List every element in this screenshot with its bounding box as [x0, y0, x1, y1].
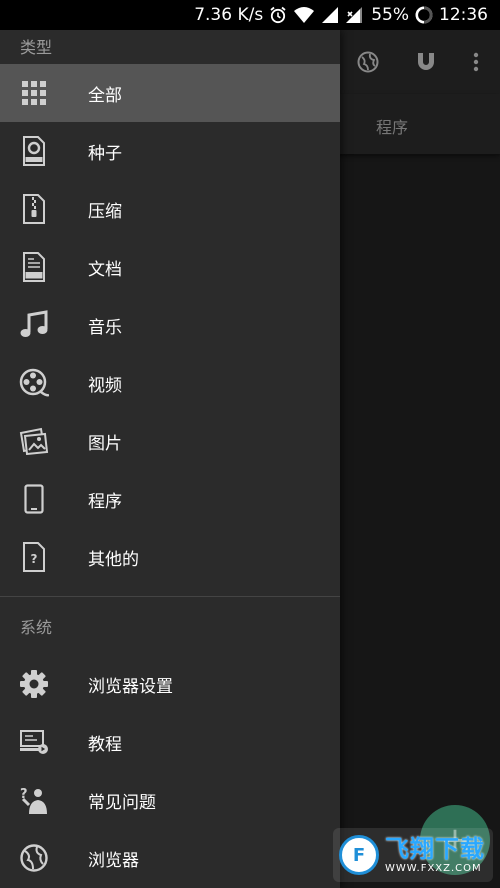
nav-item-videos[interactable]: 视频 [0, 354, 340, 412]
nav-item-archives[interactable]: 压缩 [0, 180, 340, 238]
nav-label: 浏览器设置 [88, 676, 173, 697]
section-header-system: 系统 [20, 618, 53, 637]
nav-label: 种子 [88, 143, 122, 164]
gear-icon [19, 669, 49, 699]
nav-item-tutorial[interactable]: 教程 [0, 713, 340, 771]
faq-icon: ? [19, 785, 49, 815]
clock-time: 12:36 [439, 5, 488, 25]
network-speed: 7.36 K/s [194, 5, 264, 25]
nav-label: 音乐 [88, 317, 122, 338]
nav-item-programs[interactable]: 程序 [0, 470, 340, 528]
navigation-drawer: 类型 全部 种子 压缩 文档 音乐 视频 图片 程序 ? 其他的 系统 浏览器设… [0, 30, 340, 888]
unknown-file-icon: ? [19, 542, 49, 572]
tutorial-icon [19, 727, 49, 757]
nav-label: 压缩 [88, 201, 122, 222]
alarm-icon [269, 6, 287, 24]
overflow-menu-icon[interactable] [462, 48, 490, 76]
nav-label: 全部 [88, 85, 122, 106]
battery-icon [415, 6, 433, 24]
nav-item-other[interactable]: ? 其他的 [0, 528, 340, 586]
wifi-icon [293, 6, 315, 24]
signal-no-data-icon [345, 6, 365, 24]
nav-item-documents[interactable]: 文档 [0, 238, 340, 296]
zip-file-icon [19, 194, 49, 224]
phone-app-icon [19, 484, 49, 514]
nav-label: 教程 [88, 734, 122, 755]
music-note-icon [19, 310, 49, 340]
nav-label: 浏览器 [88, 850, 139, 871]
watermark-url: WWW.FXXZ.COM [385, 862, 482, 874]
watermark-title: 飞翔下载 [385, 834, 485, 863]
nav-label: 程序 [88, 491, 122, 512]
nav-item-all[interactable]: 全部 [0, 64, 340, 122]
nav-item-torrents[interactable]: 种子 [0, 122, 340, 180]
signal-icon [321, 6, 339, 24]
svg-text:?: ? [31, 552, 38, 566]
status-bar: 7.36 K/s 55% 12:36 [0, 0, 500, 30]
screen: 7.36 K/s 55% 12:36 程序 + 类型 全部 种子 压缩 文档 音… [0, 0, 500, 888]
torrent-file-icon [19, 136, 49, 166]
globe-icon [19, 843, 49, 873]
nav-label: 文档 [88, 259, 122, 280]
nav-label: 图片 [88, 433, 122, 454]
battery-percent: 55% [371, 5, 409, 25]
nav-label: 常见问题 [88, 792, 156, 813]
nav-label: 视频 [88, 375, 122, 396]
section-header-types: 类型 [20, 38, 53, 57]
nav-item-faq[interactable]: ? 常见问题 [0, 771, 340, 829]
nav-item-music[interactable]: 音乐 [0, 296, 340, 354]
nav-item-pictures[interactable]: 图片 [0, 412, 340, 470]
grid-icon [19, 78, 49, 108]
nav-item-browser[interactable]: 浏览器 [0, 829, 340, 887]
browser-globe-icon[interactable] [354, 48, 382, 76]
nav-label: 其他的 [88, 549, 139, 570]
film-reel-icon [19, 368, 49, 398]
pictures-icon [19, 426, 49, 456]
magnet-icon[interactable] [412, 48, 440, 76]
tab-programs[interactable]: 程序 [376, 114, 408, 138]
site-watermark: F 飞翔下载 WWW.FXXZ.COM [333, 828, 493, 882]
nav-item-browser-settings[interactable]: 浏览器设置 [0, 655, 340, 713]
doc-file-icon [19, 252, 49, 282]
watermark-logo-icon: F [339, 835, 379, 875]
